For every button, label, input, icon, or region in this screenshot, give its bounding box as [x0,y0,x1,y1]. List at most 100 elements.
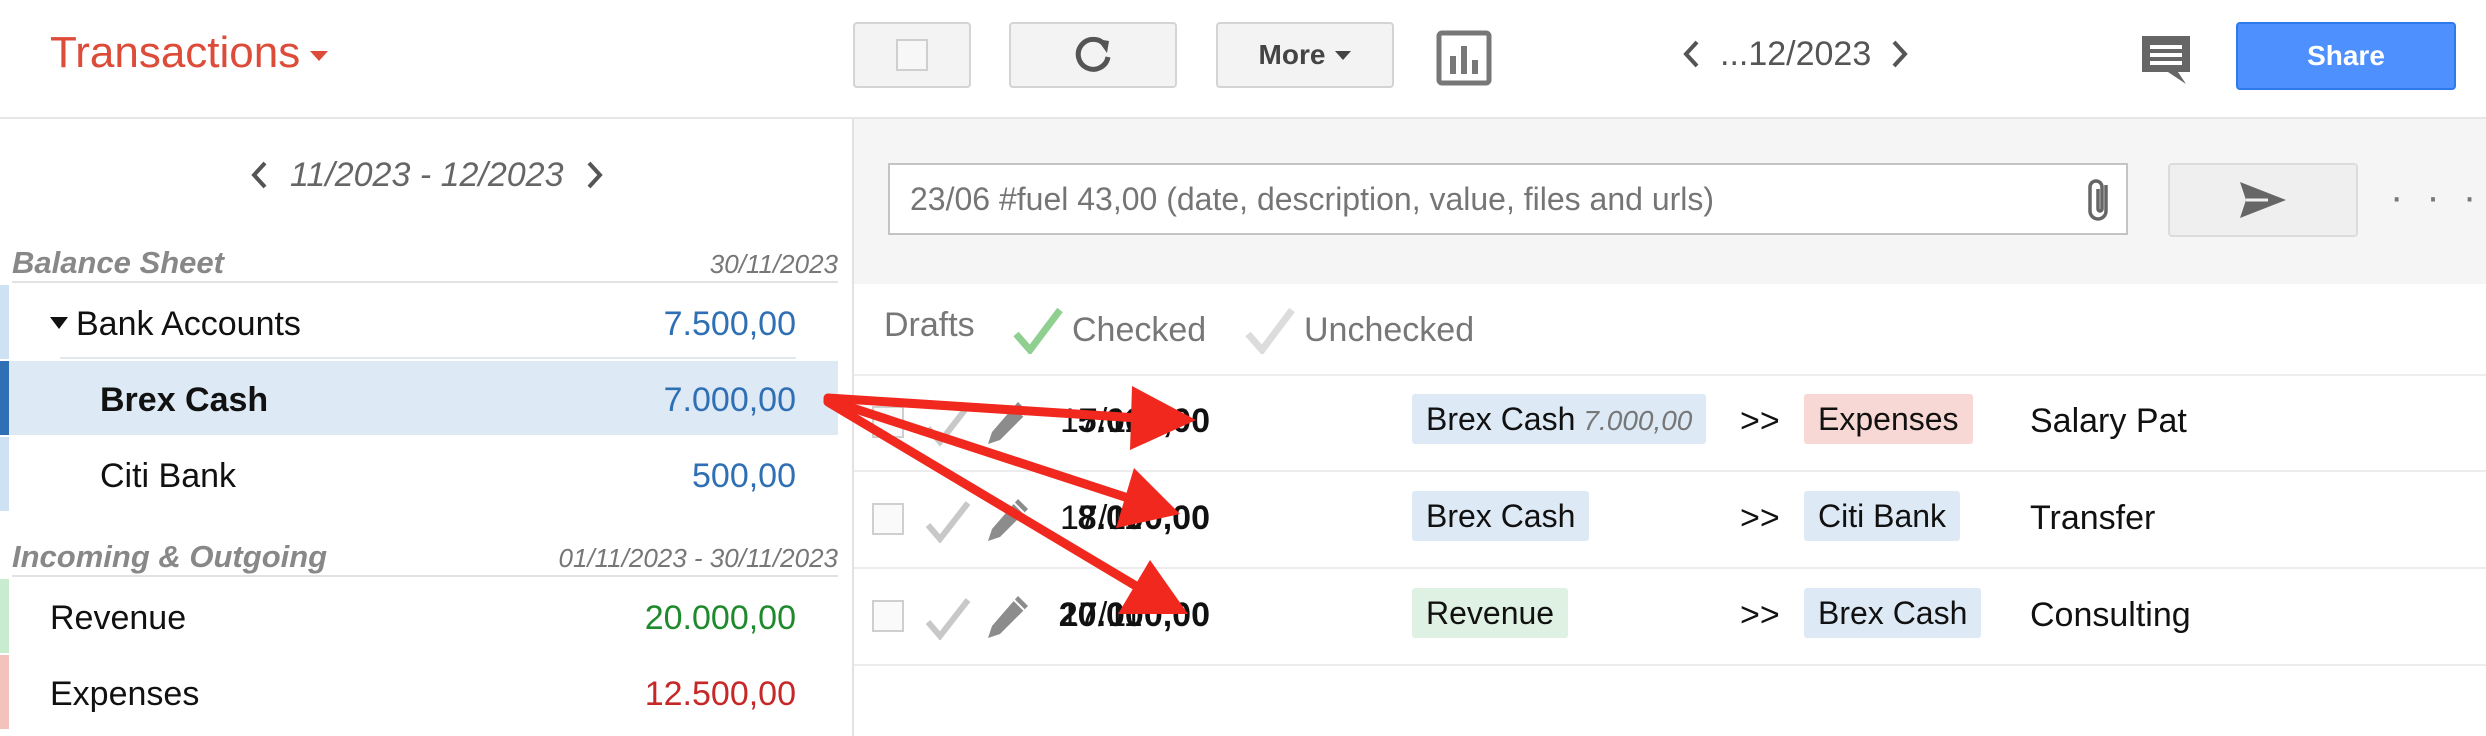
chevron-right-icon [587,161,603,189]
refresh-icon [1075,36,1111,72]
to-account-chip[interactable]: Brex Cash [1804,588,1982,638]
quick-entry-bar: · · · [854,119,2486,284]
row-checkbox[interactable] [872,600,904,632]
share-button[interactable]: Share [2236,22,2456,90]
balance-sheet-header: Balance Sheet 30/11/2023 [12,245,838,283]
account-row-bank-accounts[interactable]: Bank Accounts 7.500,00 [0,285,838,359]
chip-label: Brex Cash [1818,595,1968,631]
transfer-separator: >> [1740,499,1780,537]
filter-checked[interactable]: Checked [1012,306,1206,354]
account-label: Revenue [50,599,187,637]
account-value: 7.500,00 [663,305,796,343]
top-bar: Transactions More ...12/2023 Share [0,0,2486,119]
row-checkbox[interactable] [872,503,904,535]
chip-label: Brex Cash [1426,498,1576,534]
more-button-label: More [1258,39,1326,70]
account-label: Expenses [50,675,200,713]
sidebar-period-navigator: 11/2023 - 12/2023 [244,155,610,195]
account-row-citi-bank[interactable]: Citi Bank 500,00 [0,437,838,511]
account-color-bar [0,285,9,359]
account-row-brex-cash[interactable]: Brex Cash 7.000,00 [0,361,838,435]
account-label-wrap: Bank Accounts [50,305,301,344]
account-row-expenses[interactable]: Expenses 12.500,00 [0,655,838,729]
transfer-separator: >> [1740,596,1780,634]
from-account-chip[interactable]: Brex Cash 7.000,00 [1412,394,1707,444]
account-label: Brex Cash [100,381,269,419]
chart-icon[interactable] [1436,30,1492,86]
filter-label: Checked [1072,310,1207,349]
pencil-icon[interactable] [984,398,1032,448]
transaction-amount: 5.000,00 [1077,402,1210,440]
more-options-button[interactable]: · · · [2390,175,2482,220]
to-account-chip[interactable]: Citi Bank [1804,491,1961,541]
paperclip-icon[interactable] [2080,175,2120,225]
sidebar-previous-period-button[interactable] [244,155,274,195]
account-color-bar [0,437,9,511]
app-title: Transactions [50,28,301,77]
send-icon [2240,182,2286,218]
section-date: 30/11/2023 [709,249,838,279]
app-title-dropdown[interactable]: Transactions [50,28,329,78]
previous-period-button[interactable] [1676,34,1706,74]
sidebar-next-period-button[interactable] [580,155,610,195]
to-account-chip[interactable]: Expenses [1804,394,1973,444]
chevron-left-icon [251,161,267,189]
account-value: 12.500,00 [644,675,796,713]
transfer-separator: >> [1740,402,1780,440]
period-label[interactable]: ...12/2023 [1720,35,1871,74]
transaction-description: Consulting [2030,596,2191,634]
chip-label: Expenses [1818,401,1959,437]
filter-label: Unchecked [1304,310,1475,349]
sidebar-period-label[interactable]: 11/2023 - 12/2023 [290,156,564,195]
transaction-description: Salary Pat [2030,402,2187,440]
expand-triangle-icon[interactable] [50,317,68,330]
transaction-row[interactable]: 17/11 8.000,00 Brex Cash >> Citi Bank Tr… [854,471,2486,569]
transaction-row[interactable]: 17/11 5.000,00 Brex Cash 7.000,00 >> Expe… [854,374,2486,472]
chip-label: Brex Cash [1426,401,1576,437]
pencil-icon[interactable] [984,495,1032,545]
section-date: 01/11/2023 - 30/11/2023 [558,543,839,573]
account-color-bar [0,579,9,653]
account-row-revenue[interactable]: Revenue 20.000,00 [0,579,838,653]
chip-label: Citi Bank [1818,498,1947,534]
period-navigator: ...12/2023 [1676,34,1915,74]
from-account-chip[interactable]: Revenue [1412,588,1569,638]
check-icon[interactable] [924,499,972,543]
chip-label: Revenue [1426,595,1555,631]
account-value: 20.000,00 [644,599,796,637]
caret-down-icon [1335,50,1352,60]
refresh-button[interactable] [1009,22,1177,88]
comment-icon[interactable] [2138,32,2194,88]
account-label: Bank Accounts [76,305,301,343]
section-title: Balance Sheet [12,245,224,280]
transaction-amount: 20.000,00 [1058,596,1210,634]
more-button[interactable]: More [1216,22,1394,88]
select-all-checkbox-button[interactable] [853,22,971,88]
quick-entry-input[interactable] [888,163,2128,235]
account-color-bar [0,361,9,435]
filter-label: Drafts [884,306,975,344]
check-icon[interactable] [924,596,972,640]
checkbox-icon [896,39,928,71]
status-filters: Drafts Checked Unchecked [854,284,2486,376]
check-icon[interactable] [924,402,972,446]
row-checkbox[interactable] [872,406,904,438]
chevron-right-icon [1892,40,1908,68]
next-period-button[interactable] [1885,34,1915,74]
account-color-bar [0,655,9,729]
section-title: Incoming & Outgoing [12,539,328,574]
chevron-left-icon [1683,40,1699,68]
send-button[interactable] [2168,163,2358,237]
green-check-icon [1013,307,1063,354]
chip-balance: 7.000,00 [1583,405,1693,436]
gray-check-icon [1245,307,1295,354]
caret-down-icon [310,51,329,61]
transaction-description: Transfer [2030,499,2156,537]
filter-unchecked[interactable]: Unchecked [1244,306,1474,354]
account-value: 7.000,00 [663,381,796,419]
pencil-icon[interactable] [984,592,1032,642]
from-account-chip[interactable]: Brex Cash [1412,491,1590,541]
account-label: Citi Bank [100,457,237,495]
transaction-row[interactable]: 17/11 20.000,00 Revenue >> Brex Cash Con… [854,568,2486,666]
filter-drafts[interactable]: Drafts [884,306,975,345]
